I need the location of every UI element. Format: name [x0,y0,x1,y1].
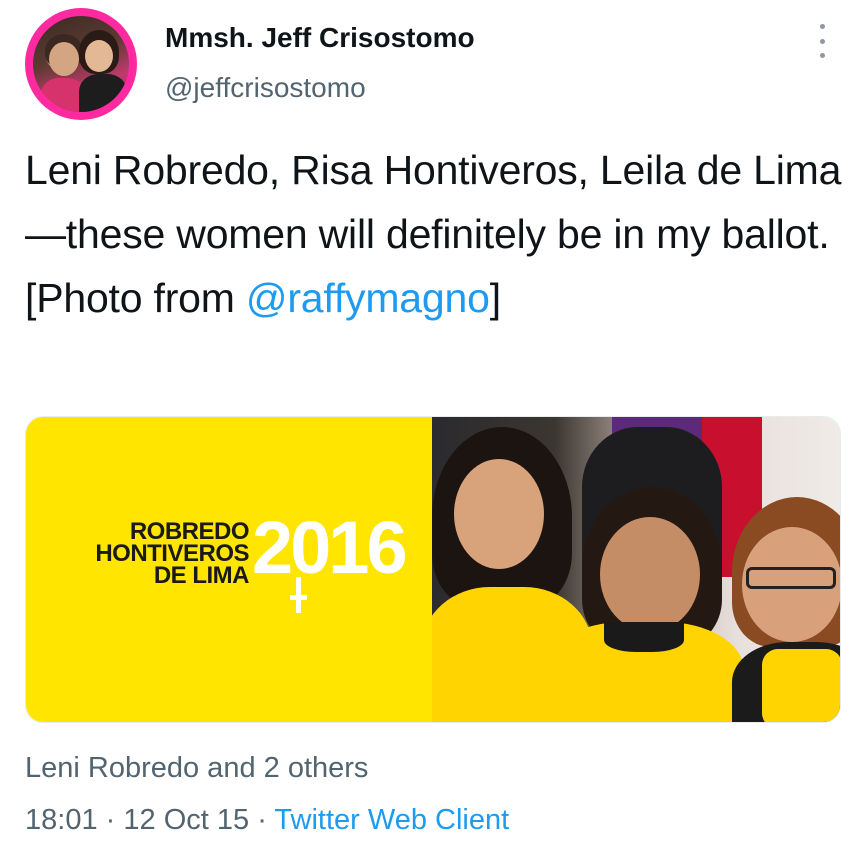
tweet-media[interactable]: ROBREDO HONTIVEROS DE LIMA 2016 [25,416,841,723]
avatar-image [33,16,129,112]
graphic-names: ROBREDO HONTIVEROS DE LIMA [53,520,250,589]
graphic-year: 2016 [252,506,408,589]
meta-separator: · [257,804,267,836]
tweet-meta: 18:01 · 12 Oct 15 · Twitter Web Client [25,804,509,837]
avatar[interactable] [25,8,137,120]
graphic-name-delima: DE LIMA [153,562,250,589]
author-display-name[interactable]: Mmsh. Jeff Crisostomo [165,22,475,54]
venus-symbol-icon [290,577,307,621]
liked-by-text[interactable]: Leni Robredo and 2 others [25,752,368,785]
group-photo[interactable] [432,417,840,722]
tweet-text: Leni Robredo, Risa Hontiveros, Leila de … [25,138,845,330]
tweet-client-link[interactable]: Twitter Web Client [274,804,509,836]
tweet-time[interactable]: 18:01 [25,804,98,836]
campaign-graphic[interactable]: ROBREDO HONTIVEROS DE LIMA 2016 [26,417,432,722]
meta-separator: · [105,804,116,836]
author-handle[interactable]: @jeffcrisostomo [165,72,366,104]
tweet-date[interactable]: 12 Oct 15 [123,804,249,836]
tweet-text-tail: ] [489,275,501,321]
mention-link[interactable]: @raffymagno [246,275,490,321]
more-vertical-icon[interactable] [808,24,836,58]
